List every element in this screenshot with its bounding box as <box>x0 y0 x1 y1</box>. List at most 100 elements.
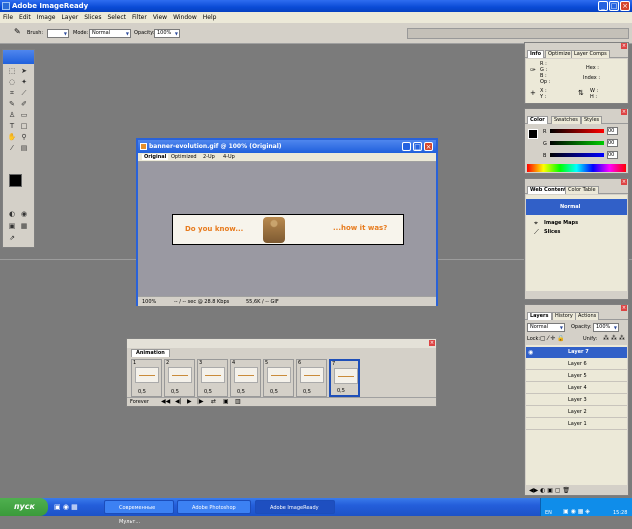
frame-delay[interactable]: 0,5 <box>171 389 179 395</box>
animation-frame[interactable]: 6 0,5 <box>296 359 327 397</box>
menu-layer[interactable]: Layer <box>58 12 81 23</box>
layer-row[interactable]: Layer 6 <box>526 359 627 370</box>
animation-frame[interactable]: 4 0,5 <box>230 359 261 397</box>
opacity-select[interactable]: 100% <box>154 29 180 38</box>
tab-info[interactable]: Info <box>527 50 545 58</box>
animation-frame[interactable]: 2 0,5 <box>164 359 195 397</box>
tab-4up[interactable]: 4-Up <box>223 154 235 160</box>
menu-edit[interactable]: Edit <box>16 12 34 23</box>
image-maps-label[interactable]: Image Maps <box>544 220 578 226</box>
play-icon[interactable]: ▶ <box>187 398 192 405</box>
frame-delay[interactable]: 0,5 <box>303 389 311 395</box>
slices-label[interactable]: Slices <box>544 229 560 235</box>
taskbar-item[interactable]: Современные Мульт... <box>104 500 174 525</box>
magic-wand-tool-icon[interactable]: ✦ <box>19 78 29 87</box>
new-frame-icon[interactable]: ▣ <box>223 398 229 405</box>
layer-blend-mode-select[interactable]: Normal <box>527 323 565 332</box>
blue-value[interactable]: 00 <box>607 151 618 159</box>
animation-frame-selected[interactable]: 7 0,5 <box>329 359 360 397</box>
animation-frame[interactable]: 3 0,5 <box>197 359 228 397</box>
first-frame-icon[interactable]: ◀◀ <box>161 398 170 405</box>
brush-tool-icon[interactable]: ✎ <box>14 27 21 36</box>
marquee-tool-icon[interactable]: ⬚ <box>7 67 17 76</box>
tab-layers[interactable]: Layers <box>527 312 552 320</box>
move-tool-icon[interactable]: ➤ <box>19 67 29 76</box>
minimize-button[interactable]: _ <box>598 1 608 11</box>
tab-styles[interactable]: Styles <box>581 116 603 124</box>
maximize-button[interactable]: □ <box>609 1 619 11</box>
tab-history[interactable]: History <box>552 312 576 320</box>
close-button[interactable]: × <box>620 1 630 11</box>
menu-file[interactable]: File <box>0 12 16 23</box>
tab-actions[interactable]: Actions <box>575 312 600 320</box>
tab-layer-comps[interactable]: Layer Comps <box>571 50 610 58</box>
delete-frame-icon[interactable]: ▥ <box>235 398 241 405</box>
brush-icon[interactable]: ✎ <box>7 100 17 109</box>
tab-2up[interactable]: 2-Up <box>203 154 215 160</box>
frame-delay[interactable]: 0,5 <box>237 389 245 395</box>
tab-animation[interactable]: Animation <box>131 349 170 357</box>
tab-optimize[interactable]: Optimize <box>545 50 574 58</box>
tab-optimized[interactable]: Optimized <box>171 154 197 160</box>
web-content-normal-row[interactable]: Normal <box>526 199 627 215</box>
tab-swatches[interactable]: Swatches <box>551 116 581 124</box>
doc-minimize-button[interactable]: _ <box>402 142 411 151</box>
doc-maximize-button[interactable]: □ <box>413 142 422 151</box>
eye-icon[interactable]: ◉ <box>528 349 533 356</box>
quick-launch-icons[interactable]: ▣ ◉ ▦ <box>54 503 78 511</box>
red-value[interactable]: 00 <box>607 127 618 135</box>
color-ramp[interactable] <box>527 164 626 172</box>
type-tool-icon[interactable]: T <box>7 122 17 131</box>
taskbar-item-active[interactable]: Adobe ImageReady <box>255 500 335 514</box>
loop-select[interactable]: Forever <box>130 399 149 405</box>
menu-filter[interactable]: Filter <box>129 12 150 23</box>
mode-select[interactable]: Normal <box>89 29 131 38</box>
tab-original[interactable]: Original <box>142 154 169 160</box>
slice-tool-icon[interactable]: ⟋ <box>19 89 29 98</box>
crop-tool-icon[interactable]: ⌗ <box>7 89 17 98</box>
canvas-area[interactable]: Do you know... ...how it was? <box>138 162 436 296</box>
menu-help[interactable]: Help <box>200 12 220 23</box>
notes-tool-icon[interactable]: ▤ <box>19 144 29 153</box>
zoom-tool-icon[interactable]: ⚲ <box>19 133 29 142</box>
next-frame-icon[interactable]: |▶ <box>197 398 204 405</box>
foreground-color-swatch[interactable] <box>9 174 22 187</box>
palette-well[interactable] <box>407 28 629 39</box>
layer-row[interactable]: Layer 1 <box>526 419 627 430</box>
frame-delay[interactable]: 0,5 <box>270 389 278 395</box>
tab-color-table[interactable]: Color Table <box>565 186 599 194</box>
browser-preview-icon[interactable]: ◉ <box>19 210 29 219</box>
animation-frame[interactable]: 5 0,5 <box>263 359 294 397</box>
blue-slider[interactable] <box>550 153 604 157</box>
fullscreen-mode-icon[interactable]: ▦ <box>19 222 29 231</box>
layer-row[interactable]: Layer 5 <box>526 371 627 382</box>
green-value[interactable]: 00 <box>607 139 618 147</box>
layer-row[interactable]: Layer 2 <box>526 407 627 418</box>
pencil-tool-icon[interactable]: ✐ <box>19 100 29 109</box>
preview-icon[interactable]: ◐ <box>7 210 17 219</box>
layer-row[interactable]: Layer 4 <box>526 383 627 394</box>
layers-footer-icons[interactable]: ◀▶ ◐ ▣ ▢ 🗑 <box>529 487 570 494</box>
lasso-tool-icon[interactable]: ◌ <box>7 78 17 87</box>
menu-view[interactable]: View <box>150 12 170 23</box>
lock-icons[interactable]: ▢ ⁄ ✛ 🔒 <box>540 335 565 342</box>
jump-to-photoshop-icon[interactable]: ⇗ <box>7 234 17 243</box>
frame-delay[interactable]: 0,5 <box>138 389 146 395</box>
layer-opacity-select[interactable]: 100% <box>593 323 619 332</box>
eyedropper-tool-icon[interactable]: ⁄ <box>7 144 17 153</box>
menu-image[interactable]: Image <box>34 12 59 23</box>
frame-delay[interactable]: 0,5 <box>204 389 212 395</box>
zoom-select[interactable]: 100% <box>142 299 156 305</box>
hand-tool-icon[interactable]: ✋ <box>7 133 17 142</box>
frame-delay[interactable]: 0,5 <box>337 388 345 394</box>
start-button[interactable]: пуск <box>0 498 48 516</box>
screen-mode-icon[interactable]: ▣ <box>7 222 17 231</box>
stamp-tool-icon[interactable]: ♙ <box>7 111 17 120</box>
tween-icon[interactable]: ⇄ <box>211 398 216 405</box>
file-size[interactable]: 55,6K / -- GIF <box>246 299 279 305</box>
color-foreground-swatch[interactable] <box>528 129 538 139</box>
animation-close-icon[interactable]: × <box>429 340 435 346</box>
tab-web-content[interactable]: Web Content <box>527 186 570 194</box>
clock[interactable]: 15:28 <box>613 504 627 522</box>
brush-picker[interactable] <box>47 29 69 38</box>
